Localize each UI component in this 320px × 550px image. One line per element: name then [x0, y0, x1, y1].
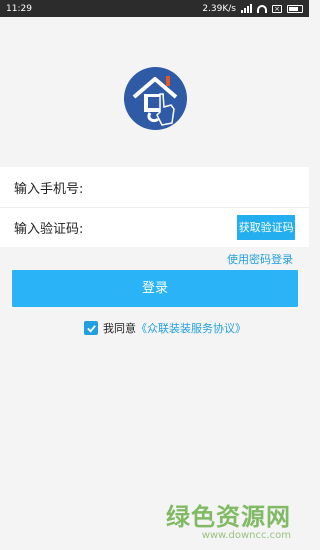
network-speed: 2.39K/s: [202, 3, 236, 14]
code-label: 输入验证码:: [14, 222, 84, 237]
agreement-checkbox[interactable]: [84, 321, 98, 335]
status-icons: 2.39K/s ×: [202, 4, 303, 14]
phone-row: 输入手机号:: [0, 167, 309, 207]
agreement-link[interactable]: 《众联装装服务协议》: [136, 320, 246, 336]
code-row: 输入验证码: 获取验证码: [0, 207, 309, 247]
get-code-button[interactable]: 获取验证码: [237, 215, 295, 240]
password-login-link[interactable]: 使用密码登录: [227, 251, 293, 267]
notification-icon: ×: [272, 4, 282, 13]
agreement-prefix: 我同意: [103, 322, 136, 335]
login-button[interactable]: 登录: [12, 270, 298, 307]
code-input[interactable]: [87, 215, 238, 240]
watermark-sub: www.downcc.com: [201, 530, 291, 541]
check-icon: [86, 324, 96, 333]
watermark: 绿色资源网 www.downcc.com: [166, 497, 291, 541]
phone-label: 输入手机号:: [14, 181, 84, 197]
status-time: 11:29: [6, 3, 32, 14]
login-form: 输入手机号: 输入验证码: 获取验证码: [0, 167, 309, 247]
battery-icon: [287, 4, 303, 13]
wifi-icon: [257, 4, 267, 13]
phone-input[interactable]: [87, 175, 295, 199]
signal-icon: [241, 4, 252, 13]
agreement: 我同意 《众联装装服务协议》: [84, 320, 246, 336]
status-bar: 11:29 2.39K/s ×: [0, 0, 309, 17]
app-logo: [124, 67, 187, 130]
watermark-main: 绿色资源网: [166, 503, 291, 531]
